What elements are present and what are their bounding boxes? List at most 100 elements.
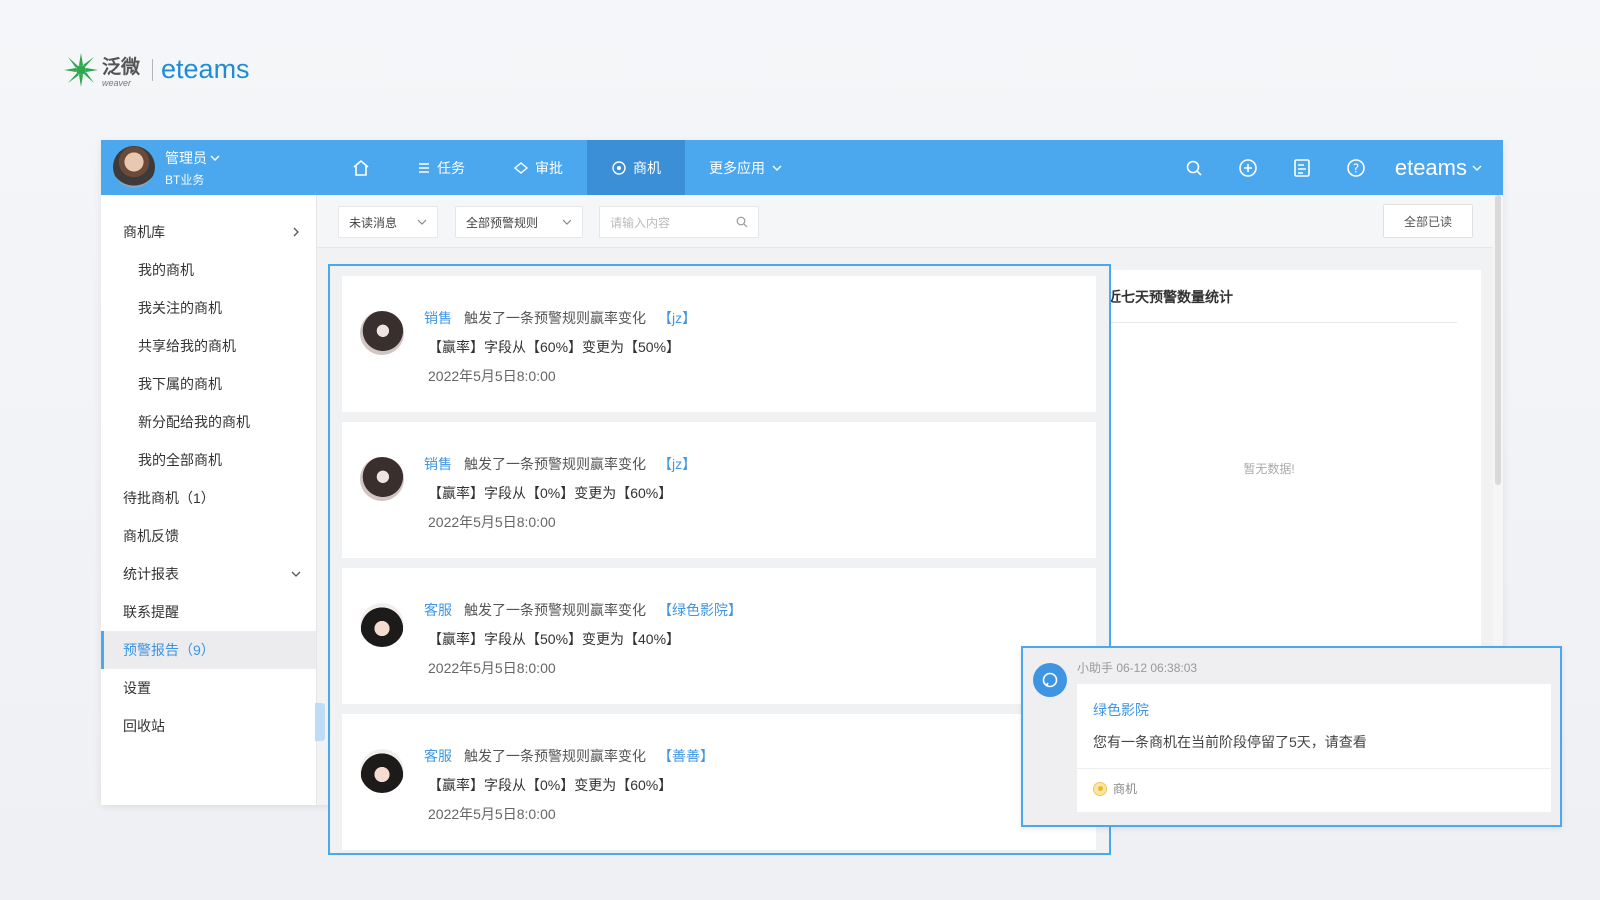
sidebar-item-label: 我关注的商机	[138, 300, 222, 316]
opportunity-icon	[612, 160, 626, 175]
report-button[interactable]	[1275, 140, 1329, 195]
help-button[interactable]: ?	[1329, 140, 1383, 195]
chevron-down-icon	[562, 219, 572, 225]
sidebar-item-label: 设置	[123, 680, 151, 696]
sidebar-item-newly-assigned[interactable]: 新分配给我的商机	[101, 403, 316, 441]
search-icon	[736, 216, 748, 228]
sidebar-item-recycle-bin[interactable]: 回收站	[101, 707, 316, 745]
message-role[interactable]: 客服	[424, 746, 452, 766]
scrollbar-thumb[interactable]	[1495, 195, 1501, 485]
message-role[interactable]: 销售	[424, 454, 452, 474]
mark-all-read-button[interactable]: 全部已读	[1383, 204, 1473, 238]
toolbar-icons: ? eteams	[1167, 140, 1503, 195]
diamond-icon	[513, 161, 529, 174]
message-text: 触发了一条预警规则赢率变化	[464, 456, 646, 472]
message-change: 【赢率】字段从【50%】变更为【40%】	[428, 631, 681, 647]
message-card[interactable]: 销售 触发了一条预警规则赢率变化 【jz】 【赢率】字段从【60%】变更为【50…	[342, 276, 1096, 412]
notification-source-label: 商机	[1113, 782, 1138, 796]
message-card[interactable]: 销售 触发了一条预警规则赢率变化 【jz】 【赢率】字段从【0%】变更为【60%…	[342, 422, 1096, 558]
sidebar-item-shared[interactable]: 共享给我的商机	[101, 327, 316, 365]
message-time: 2022年5月5日8:0:00	[428, 514, 556, 530]
divider	[1107, 322, 1457, 323]
nav-approval[interactable]: 审批	[489, 140, 587, 195]
user-avatar[interactable]	[113, 146, 155, 188]
notification-body[interactable]: 绿色影院 您有一条商机在当前阶段停留了5天，请查看 商机	[1077, 684, 1551, 812]
message-text: 触发了一条预警规则赢率变化	[464, 602, 646, 618]
message-role[interactable]: 客服	[424, 600, 452, 620]
chat-bubble-icon	[1042, 672, 1058, 688]
divider	[1077, 768, 1551, 769]
nav-more-apps[interactable]: 更多应用	[685, 140, 807, 195]
message-card[interactable]: 客服 触发了一条预警规则赢率变化 【善善】 【赢率】字段从【0%】变更为【60%…	[342, 714, 1096, 850]
weaver-logo-icon	[62, 51, 100, 89]
avatar	[360, 311, 404, 355]
notification-title[interactable]: 绿色影院	[1093, 700, 1149, 720]
message-change: 【赢率】字段从【0%】变更为【60%】	[428, 777, 673, 793]
status-select[interactable]: 未读消息	[338, 206, 438, 238]
assistant-avatar	[1033, 663, 1067, 697]
nav-approval-label: 审批	[535, 159, 563, 176]
avatar	[360, 749, 404, 793]
notification-popup[interactable]: 小助手 06-12 06:38:03 绿色影院 您有一条商机在当前阶段停留了5天…	[1021, 646, 1562, 827]
rule-select[interactable]: 全部预警规则	[455, 206, 583, 238]
message-time: 2022年5月5日8:0:00	[428, 660, 556, 676]
help-icon: ?	[1347, 158, 1365, 177]
message-header: 销售 触发了一条预警规则赢率变化 【jz】	[424, 454, 696, 474]
search-input[interactable]: 请输入内容	[599, 206, 759, 238]
chevron-down-icon	[1472, 165, 1482, 171]
sidebar-item-label: 新分配给我的商机	[138, 414, 250, 430]
message-change: 【赢率】字段从【60%】变更为【50%】	[428, 339, 681, 355]
stats-title: 近七天预警数量统计	[1107, 289, 1233, 305]
sidebar-item-followed[interactable]: 我关注的商机	[101, 289, 316, 327]
sidebar-item-reports[interactable]: 统计报表	[101, 555, 316, 593]
sidebar-item-settings[interactable]: 设置	[101, 669, 316, 707]
add-button[interactable]	[1221, 140, 1275, 195]
sidebar-item-feedback[interactable]: 商机反馈	[101, 517, 316, 555]
user-name: 管理员	[165, 150, 207, 166]
message-text: 触发了一条预警规则赢率变化	[464, 748, 646, 764]
sidebar-item-label: 预警报告（9）	[123, 642, 215, 658]
message-time: 2022年5月5日8:0:00	[428, 806, 556, 822]
sidebar-item-opportunity-pool[interactable]: 商机库	[101, 213, 316, 251]
sidebar-item-label: 商机库	[123, 224, 165, 240]
message-role[interactable]: 销售	[424, 308, 452, 328]
sidebar-collapse-handle[interactable]	[315, 703, 325, 741]
list-icon	[419, 162, 429, 173]
sidebar-item-label: 统计报表	[123, 566, 179, 582]
logo-sub-text: weaver	[102, 78, 132, 88]
user-menu[interactable]: 管理员	[165, 148, 221, 168]
search-placeholder: 请输入内容	[610, 215, 671, 230]
brand-switcher[interactable]: eteams	[1383, 155, 1503, 181]
notification-meta: 小助手 06-12 06:38:03	[1077, 661, 1198, 675]
document-icon	[1294, 158, 1310, 177]
message-tag[interactable]: 【绿色影院】	[658, 600, 742, 620]
message-tag[interactable]: 【jz】	[658, 308, 696, 328]
home-icon	[353, 159, 369, 176]
sidebar: 商机库 我的商机 我关注的商机 共享给我的商机 我下属的商机 新分配给我的商机 …	[101, 195, 317, 805]
sidebar-item-label: 共享给我的商机	[138, 338, 236, 354]
message-header: 销售 触发了一条预警规则赢率变化 【jz】	[424, 308, 696, 328]
message-card[interactable]: 客服 触发了一条预警规则赢率变化 【绿色影院】 【赢率】字段从【50%】变更为【…	[342, 568, 1096, 704]
message-tag[interactable]: 【jz】	[658, 454, 696, 474]
sidebar-item-label: 回收站	[123, 718, 165, 734]
notification-source: 商机	[1093, 780, 1137, 797]
search-button[interactable]	[1167, 140, 1221, 195]
nav-more-label: 更多应用	[709, 159, 765, 176]
nav-home[interactable]	[329, 140, 393, 195]
sidebar-item-my-opportunities[interactable]: 我的商机	[101, 251, 316, 289]
message-time: 2022年5月5日8:0:00	[428, 368, 556, 384]
nav-tasks[interactable]: 任务	[393, 140, 489, 195]
sidebar-item-all-mine[interactable]: 我的全部商机	[101, 441, 316, 479]
message-tag[interactable]: 【善善】	[658, 746, 714, 766]
sidebar-item-alert-reports[interactable]: 预警报告（9）	[101, 631, 316, 669]
logo-cn-text: 泛微	[102, 55, 141, 78]
sidebar-item-contact-reminder[interactable]: 联系提醒	[101, 593, 316, 631]
rule-select-value: 全部预警规则	[466, 215, 539, 230]
sidebar-item-label: 联系提醒	[123, 604, 179, 620]
message-list: 销售 触发了一条预警规则赢率变化 【jz】 【赢率】字段从【60%】变更为【50…	[328, 264, 1111, 855]
nav-opportunity[interactable]: 商机	[587, 140, 685, 195]
message-header: 客服 触发了一条预警规则赢率变化 【善善】	[424, 746, 714, 766]
sidebar-item-pending-approval[interactable]: 待批商机（1）	[101, 479, 316, 517]
avatar	[360, 457, 404, 501]
sidebar-item-subordinates[interactable]: 我下属的商机	[101, 365, 316, 403]
